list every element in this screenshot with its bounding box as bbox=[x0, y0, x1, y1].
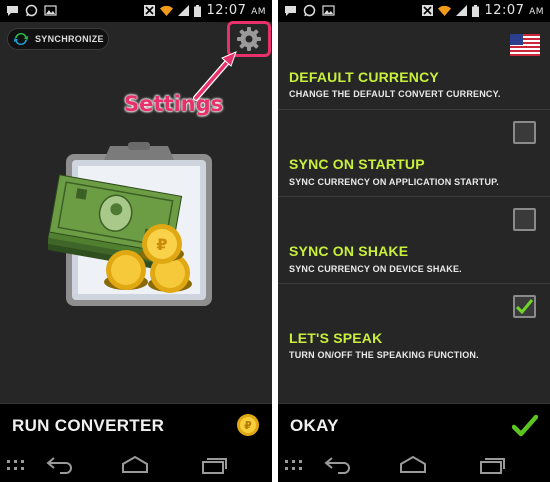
setting-description: SYNC CURRENCY ON DEVICE SHAKE. bbox=[289, 264, 462, 274]
svg-text:₽: ₽ bbox=[244, 419, 252, 432]
whatsapp-icon bbox=[303, 4, 316, 17]
home-icon[interactable] bbox=[120, 455, 150, 475]
status-bar: 12:07 AM bbox=[278, 0, 550, 22]
setting-title: SYNC ON STARTUP bbox=[289, 156, 425, 172]
okay-button[interactable]: OKAY bbox=[278, 403, 550, 447]
main-screen: 12:07 AM SYNCHRONIZE Settings ₽ RUN CONV… bbox=[0, 0, 272, 482]
setting-title: SYNC ON SHAKE bbox=[289, 243, 409, 259]
setting-description: TURN ON/OFF THE SPEAKING FUNCTION. bbox=[289, 350, 479, 360]
setting-default-currency[interactable]: DEFAULT CURRENCY CHANGE THE DEFAULT CONV… bbox=[278, 58, 550, 110]
navigation-bar bbox=[278, 447, 550, 482]
clock: 12:07 AM bbox=[484, 3, 544, 18]
navigation-bar bbox=[0, 447, 272, 482]
sync-on-startup-checkbox[interactable] bbox=[513, 121, 536, 144]
us-flag-icon[interactable] bbox=[510, 34, 540, 56]
recent-apps-icon[interactable] bbox=[200, 455, 228, 475]
home-icon[interactable] bbox=[398, 455, 428, 475]
image-notification-icon bbox=[322, 5, 335, 16]
chat-notification-icon bbox=[285, 6, 296, 16]
run-converter-button[interactable]: RUN CONVERTER ₽ bbox=[0, 403, 272, 447]
setting-description: CHANGE THE DEFAULT CONVERT CURRENCY. bbox=[289, 89, 501, 99]
checkmark-icon bbox=[516, 299, 533, 314]
sync-on-shake-checkbox[interactable] bbox=[513, 208, 536, 231]
signal-icon bbox=[456, 5, 468, 16]
settings-annotation: Settings bbox=[124, 92, 224, 116]
clipboard-money-illustration: ₽ bbox=[48, 142, 212, 306]
battery-icon bbox=[472, 4, 480, 17]
lets-speak-checkbox[interactable] bbox=[513, 295, 536, 318]
setting-title: LET'S SPEAK bbox=[289, 330, 383, 346]
confirm-check-icon bbox=[512, 414, 538, 437]
back-icon[interactable] bbox=[46, 455, 74, 475]
mute-icon bbox=[422, 5, 434, 16]
run-converter-label: RUN CONVERTER bbox=[12, 416, 165, 435]
svg-text:₽: ₽ bbox=[156, 235, 167, 254]
coin-icon: ₽ bbox=[237, 414, 259, 436]
setting-sync-on-shake[interactable]: SYNC ON SHAKE SYNC CURRENCY ON DEVICE SH… bbox=[278, 197, 550, 284]
setting-title: DEFAULT CURRENCY bbox=[289, 69, 439, 85]
setting-lets-speak[interactable]: LET'S SPEAK TURN ON/OFF THE SPEAKING FUN… bbox=[278, 284, 550, 368]
back-icon[interactable] bbox=[324, 455, 352, 475]
okay-label: OKAY bbox=[290, 416, 339, 435]
wifi-icon bbox=[438, 5, 452, 16]
recent-apps-icon[interactable] bbox=[478, 455, 506, 475]
settings-screen: 12:07 AM DEFAULT CURRENCY CHANGE THE DEF… bbox=[278, 0, 550, 482]
setting-sync-on-startup[interactable]: SYNC ON STARTUP SYNC CURRENCY ON APPLICA… bbox=[278, 110, 550, 197]
app-drawer-icon[interactable] bbox=[284, 455, 304, 475]
app-drawer-icon[interactable] bbox=[6, 455, 26, 475]
setting-description: SYNC CURRENCY ON APPLICATION STARTUP. bbox=[289, 177, 499, 187]
annotation-arrow bbox=[193, 51, 237, 101]
